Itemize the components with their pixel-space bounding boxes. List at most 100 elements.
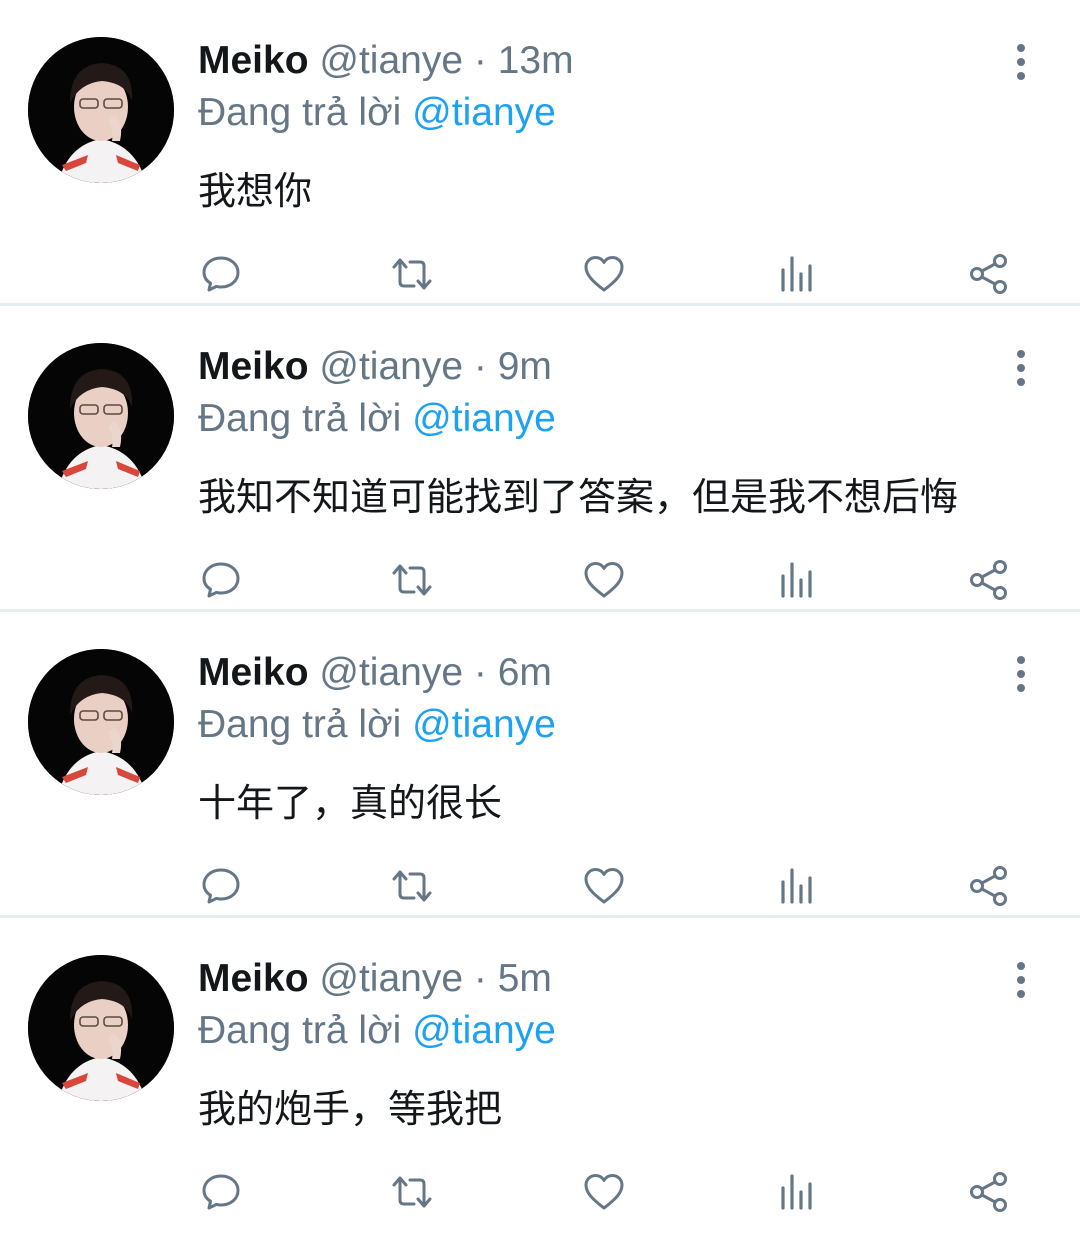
retweet-button[interactable] bbox=[384, 246, 440, 302]
reply-mention-link[interactable]: @tianye bbox=[412, 703, 556, 746]
vertical-dots-icon bbox=[1017, 350, 1025, 386]
tweet-actions bbox=[0, 552, 1080, 608]
more-options-button[interactable] bbox=[1006, 348, 1036, 388]
analytics-button[interactable] bbox=[768, 858, 824, 914]
tweet[interactable]: Meiko @tianye · 13m Đang trả lời @tianye… bbox=[0, 0, 1080, 306]
like-button[interactable] bbox=[576, 552, 632, 608]
reply-prefix: Đang trả lời bbox=[198, 1009, 402, 1052]
reply-mention-link[interactable]: @tianye bbox=[412, 397, 556, 440]
timestamp[interactable]: 9m bbox=[498, 345, 552, 388]
user-handle[interactable]: @tianye bbox=[319, 345, 463, 388]
timestamp[interactable]: 5m bbox=[498, 957, 552, 1000]
avatar[interactable] bbox=[28, 649, 174, 795]
share-nodes-icon bbox=[970, 866, 1007, 906]
tweet[interactable]: Meiko @tianye · 9m Đang trả lời @tianye … bbox=[0, 306, 1080, 612]
avatar[interactable] bbox=[28, 343, 174, 489]
vertical-dots-icon bbox=[1017, 962, 1025, 998]
display-name[interactable]: Meiko bbox=[198, 345, 309, 388]
retweet-button[interactable] bbox=[384, 858, 440, 914]
retweet-arrows-icon bbox=[392, 258, 432, 290]
reply-button[interactable] bbox=[193, 1164, 249, 1220]
retweet-arrows-icon bbox=[392, 564, 432, 596]
more-options-button[interactable] bbox=[1006, 42, 1036, 82]
share-button[interactable] bbox=[961, 246, 1017, 302]
avatar-image bbox=[28, 37, 174, 183]
analytics-button[interactable] bbox=[768, 1164, 824, 1220]
reply-context: Đang trả lời @tianye bbox=[198, 1008, 556, 1054]
retweet-button[interactable] bbox=[384, 1164, 440, 1220]
retweet-button[interactable] bbox=[384, 552, 440, 608]
heart-icon bbox=[584, 1174, 624, 1210]
tweet-actions bbox=[0, 858, 1080, 914]
tweet-text: 我想你 bbox=[198, 169, 313, 213]
avatar-image bbox=[28, 343, 174, 489]
share-button[interactable] bbox=[961, 552, 1017, 608]
share-nodes-icon bbox=[970, 254, 1007, 294]
tweet-text: 我的炮手，等我把 bbox=[198, 1087, 503, 1131]
share-nodes-icon bbox=[970, 1172, 1007, 1212]
reply-context: Đang trả lời @tianye bbox=[198, 396, 556, 442]
analytics-button[interactable] bbox=[768, 246, 824, 302]
speech-bubble-icon bbox=[202, 562, 240, 598]
like-button[interactable] bbox=[576, 1164, 632, 1220]
tweet-feed: Meiko @tianye · 13m Đang trả lời @tianye… bbox=[0, 0, 1080, 1224]
bar-chart-icon bbox=[781, 256, 812, 292]
vertical-dots-icon bbox=[1017, 44, 1025, 80]
like-button[interactable] bbox=[576, 858, 632, 914]
heart-icon bbox=[584, 562, 624, 598]
tweet-actions bbox=[0, 246, 1080, 302]
retweet-arrows-icon bbox=[392, 1176, 432, 1208]
reply-button[interactable] bbox=[193, 246, 249, 302]
speech-bubble-icon bbox=[202, 1174, 240, 1210]
timestamp[interactable]: 13m bbox=[498, 39, 574, 82]
tweet-header: Meiko @tianye · 9m bbox=[198, 344, 552, 390]
tweet-header: Meiko @tianye · 5m bbox=[198, 956, 552, 1002]
avatar[interactable] bbox=[28, 955, 174, 1101]
like-button[interactable] bbox=[576, 246, 632, 302]
separator-dot: · bbox=[473, 651, 487, 694]
speech-bubble-icon bbox=[202, 256, 240, 292]
share-button[interactable] bbox=[961, 858, 1017, 914]
share-nodes-icon bbox=[970, 560, 1007, 600]
heart-icon bbox=[584, 256, 624, 292]
display-name[interactable]: Meiko bbox=[198, 957, 309, 1000]
tweet[interactable]: Meiko @tianye · 5m Đang trả lời @tianye … bbox=[0, 918, 1080, 1224]
reply-prefix: Đang trả lời bbox=[198, 397, 402, 440]
user-handle[interactable]: @tianye bbox=[319, 651, 463, 694]
share-button[interactable] bbox=[961, 1164, 1017, 1220]
reply-mention-link[interactable]: @tianye bbox=[412, 91, 556, 134]
bar-chart-icon bbox=[781, 1174, 812, 1210]
more-options-button[interactable] bbox=[1006, 654, 1036, 694]
heart-icon bbox=[584, 868, 624, 904]
analytics-button[interactable] bbox=[768, 552, 824, 608]
tweet-actions bbox=[0, 1164, 1080, 1220]
separator-dot: · bbox=[473, 345, 487, 388]
user-handle[interactable]: @tianye bbox=[319, 957, 463, 1000]
vertical-dots-icon bbox=[1017, 656, 1025, 692]
reply-context: Đang trả lời @tianye bbox=[198, 90, 556, 136]
reply-button[interactable] bbox=[193, 552, 249, 608]
reply-context: Đang trả lời @tianye bbox=[198, 702, 556, 748]
separator-dot: · bbox=[473, 39, 487, 82]
tweet-text: 我知不知道可能找到了答案，但是我不想后悔 bbox=[198, 475, 959, 519]
reply-button[interactable] bbox=[193, 858, 249, 914]
display-name[interactable]: Meiko bbox=[198, 39, 309, 82]
display-name[interactable]: Meiko bbox=[198, 651, 309, 694]
separator-dot: · bbox=[473, 957, 487, 1000]
tweet-text: 十年了，真的很长 bbox=[198, 781, 503, 825]
reply-prefix: Đang trả lời bbox=[198, 91, 402, 134]
tweet[interactable]: Meiko @tianye · 6m Đang trả lời @tianye … bbox=[0, 612, 1080, 918]
tweet-header: Meiko @tianye · 13m bbox=[198, 38, 574, 84]
tweet-header: Meiko @tianye · 6m bbox=[198, 650, 552, 696]
speech-bubble-icon bbox=[202, 868, 240, 904]
bar-chart-icon bbox=[781, 562, 812, 598]
more-options-button[interactable] bbox=[1006, 960, 1036, 1000]
avatar[interactable] bbox=[28, 37, 174, 183]
timestamp[interactable]: 6m bbox=[498, 651, 552, 694]
user-handle[interactable]: @tianye bbox=[319, 39, 463, 82]
retweet-arrows-icon bbox=[392, 870, 432, 902]
avatar-image bbox=[28, 649, 174, 795]
reply-mention-link[interactable]: @tianye bbox=[412, 1009, 556, 1052]
reply-prefix: Đang trả lời bbox=[198, 703, 402, 746]
bar-chart-icon bbox=[781, 868, 812, 904]
